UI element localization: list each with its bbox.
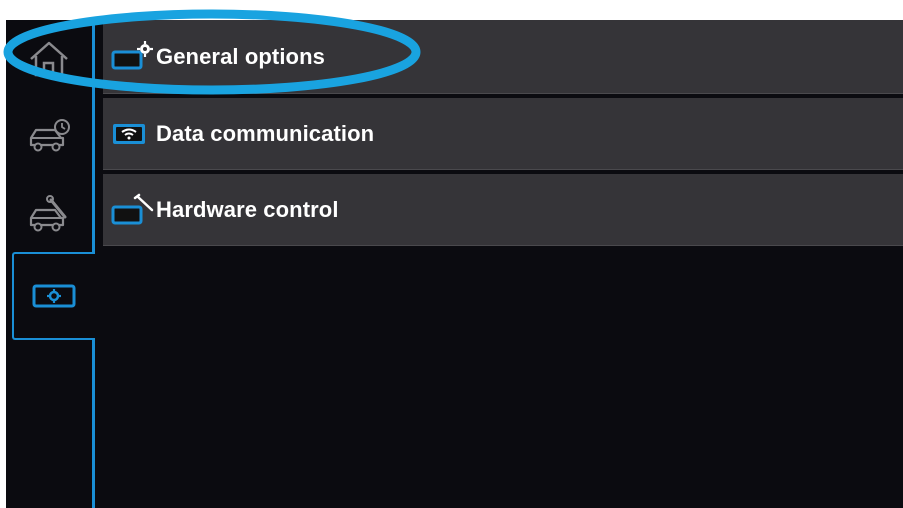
menu-item-hardware-control[interactable]: Hardware control bbox=[103, 174, 903, 246]
menu-item-label: Data communication bbox=[156, 120, 375, 146]
sidebar-item-home[interactable] bbox=[6, 20, 92, 98]
sidebar bbox=[6, 20, 103, 508]
sidebar-item-diagnostics[interactable] bbox=[6, 98, 92, 176]
car-clock-icon bbox=[29, 119, 70, 152]
general-options-icon bbox=[110, 37, 154, 77]
menu-item-label: Hardware control bbox=[156, 196, 339, 222]
menu-item-label: General options bbox=[156, 43, 325, 69]
car-wrench-icon bbox=[29, 195, 67, 232]
home-icon bbox=[30, 41, 68, 77]
sidebar-item-service[interactable] bbox=[6, 176, 92, 254]
hardware-control-icon bbox=[110, 190, 154, 230]
app-screen: General options Data communication Hardw… bbox=[6, 20, 903, 508]
menu-item-general-options[interactable]: General options bbox=[103, 20, 903, 94]
settings-icon bbox=[32, 284, 76, 308]
sidebar-item-settings[interactable] bbox=[12, 252, 99, 340]
settings-menu: General options Data communication Hardw… bbox=[103, 20, 903, 250]
menu-item-data-communication[interactable]: Data communication bbox=[103, 98, 903, 170]
data-communication-icon bbox=[110, 114, 154, 154]
